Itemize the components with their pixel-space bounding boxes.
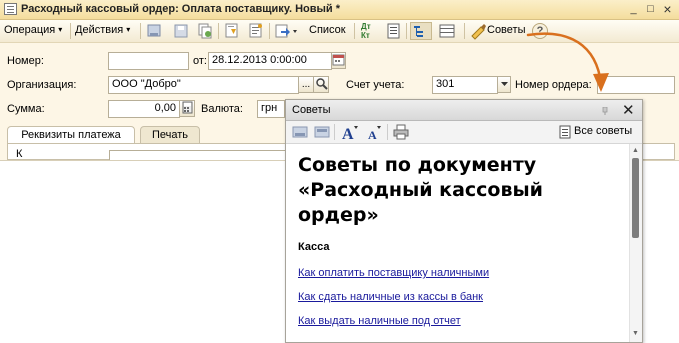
toolbar-divider xyxy=(334,124,335,140)
organization-field[interactable]: ООО "Добро" xyxy=(108,76,299,94)
actions-menu[interactable]: Действия ▾ xyxy=(75,24,130,36)
dt-kt-icon-label: Дт Кт xyxy=(361,22,371,40)
copy-document-icon[interactable] xyxy=(196,22,214,40)
all-tips-button[interactable]: Все советы xyxy=(559,124,637,140)
section-title: Касса xyxy=(298,241,330,253)
save-icon[interactable] xyxy=(172,22,190,40)
chevron-down-icon: ▾ xyxy=(126,25,131,34)
tips-toolbar: A A Все советы xyxy=(286,121,642,144)
go-to-icon[interactable] xyxy=(274,22,300,40)
tips-scrollbar[interactable]: ▲ ▼ xyxy=(629,144,642,342)
actions-menu-label: Действия xyxy=(75,24,124,36)
list-button[interactable]: Список xyxy=(309,24,346,36)
title-bar: Расходный кассовый ордер: Оплата поставщ… xyxy=(0,0,679,20)
organization-label: Организация: xyxy=(7,79,77,91)
tab-print[interactable]: Печать xyxy=(140,126,200,144)
document-icon xyxy=(4,3,17,15)
currency-field[interactable]: грн xyxy=(257,100,285,118)
scroll-up-icon[interactable]: ▲ xyxy=(632,147,639,154)
toolbar-divider xyxy=(218,23,219,39)
select-organization-button[interactable]: ... xyxy=(298,76,314,93)
tips-panel-title: Советы xyxy=(292,104,331,116)
dt-kt-button[interactable]: Дт Кт xyxy=(358,22,380,40)
operation-menu-label: Операция xyxy=(4,24,56,36)
tip-link-deposit-cash-to-bank[interactable]: Как сдать наличные из кассы в банк xyxy=(298,291,483,303)
calculator-icon[interactable] xyxy=(179,100,195,117)
toolbar-divider xyxy=(354,23,355,39)
partial-field[interactable] xyxy=(109,150,291,160)
tips-icon[interactable] xyxy=(469,22,487,40)
date-from-label: от: xyxy=(193,55,207,67)
pointer-arrow xyxy=(526,32,609,92)
toolbar-divider xyxy=(140,23,141,39)
all-tips-label: Все советы xyxy=(574,125,633,137)
back-icon[interactable] xyxy=(292,124,308,140)
toolbar-divider xyxy=(70,23,71,39)
print-icon[interactable] xyxy=(393,124,409,140)
document-fill-icon[interactable] xyxy=(247,22,265,40)
calendar-button[interactable] xyxy=(331,52,346,69)
toolbar-divider xyxy=(387,124,388,140)
chevron-down-icon: ▾ xyxy=(58,25,63,34)
partial-field-label: К xyxy=(16,148,23,160)
increase-font-icon[interactable]: A xyxy=(341,124,359,143)
minimize-button[interactable]: _ xyxy=(626,2,641,16)
operation-menu[interactable]: Операция ▾ xyxy=(4,24,62,36)
scrollbar-thumb[interactable] xyxy=(632,158,639,238)
scroll-down-icon[interactable]: ▼ xyxy=(632,330,639,337)
maximize-button[interactable]: □ xyxy=(643,2,658,16)
search-icon[interactable] xyxy=(313,76,329,93)
panel-toggle-icon[interactable] xyxy=(437,22,459,40)
amount-field[interactable]: 0,00 xyxy=(108,100,180,118)
toolbar-divider xyxy=(464,23,465,39)
svg-text:A: A xyxy=(342,126,354,140)
window-title: Расходный кассовый ордер: Оплата поставщ… xyxy=(21,3,340,15)
tip-link-pay-supplier-cash[interactable]: Как оплатить поставщику наличными xyxy=(298,267,489,279)
tab-payment-details[interactable]: Реквизиты платежа xyxy=(7,126,135,144)
svg-text:A: A xyxy=(368,128,377,140)
number-label: Номер: xyxy=(7,55,44,67)
date-field[interactable]: 28.12.2013 0:00:00 xyxy=(208,52,332,70)
forward-icon[interactable] xyxy=(314,124,330,140)
decrease-font-icon[interactable]: A xyxy=(366,124,382,142)
account-field[interactable]: 301 xyxy=(432,76,498,94)
account-label: Счет учета: xyxy=(346,79,405,91)
tip-link-advance-cash[interactable]: Как выдать наличные под отчет xyxy=(298,315,461,327)
close-button[interactable]: × xyxy=(660,2,675,16)
post-document-icon[interactable] xyxy=(145,22,163,40)
toolbar-divider xyxy=(269,23,270,39)
document-list-icon xyxy=(559,125,571,139)
number-field[interactable] xyxy=(108,52,189,70)
toolbar-divider xyxy=(406,23,407,39)
account-dropdown-button[interactable] xyxy=(497,76,511,93)
amount-label: Сумма: xyxy=(7,103,45,115)
tips-heading: Советы по документу «Расходный кассовый … xyxy=(298,154,543,226)
fill-document-icon[interactable] xyxy=(223,22,241,40)
report-icon[interactable] xyxy=(385,22,403,40)
structure-icon[interactable] xyxy=(410,22,432,40)
currency-label: Валюта: xyxy=(201,103,243,115)
tips-panel: Советы ✕ A A Все советы Советы по докуме… xyxy=(285,99,643,343)
tips-close-icon[interactable]: ✕ xyxy=(622,101,635,119)
